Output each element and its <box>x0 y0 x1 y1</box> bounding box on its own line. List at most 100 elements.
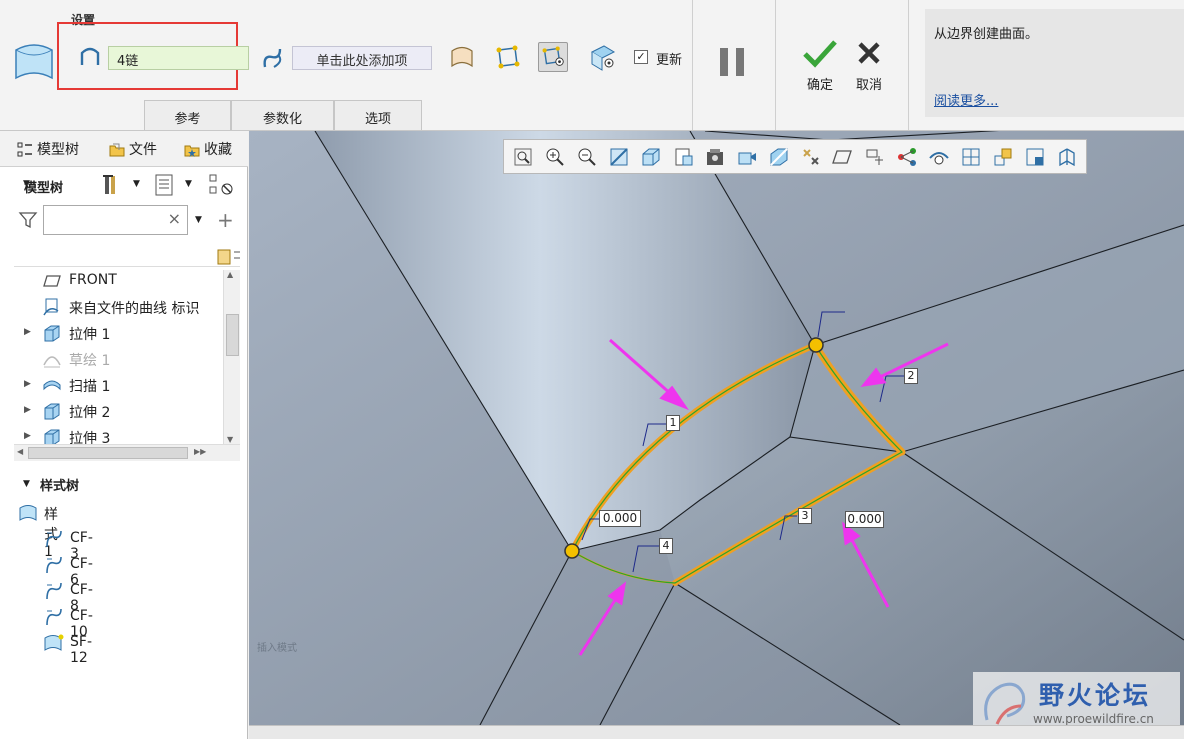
scroll-up-icon[interactable]: ▲ <box>227 270 233 279</box>
help-text: 从边界创建曲面。 <box>934 27 1039 42</box>
tree-item-front[interactable]: FRONT <box>14 268 224 294</box>
control-points-icon[interactable] <box>493 42 523 72</box>
watermark-url: www.proewildfire.cn <box>1033 712 1154 726</box>
zoom-in-icon[interactable] <box>544 146 566 168</box>
chain-tag-1[interactable]: 1 <box>666 415 680 431</box>
saved-orientations-icon[interactable] <box>672 146 694 168</box>
cross-icon <box>858 42 880 64</box>
tab-options[interactable]: 选项 <box>334 100 422 130</box>
verify-mode-icon[interactable] <box>588 42 618 72</box>
scroll-thumb[interactable] <box>226 314 239 356</box>
curve-feature-icon <box>46 582 62 600</box>
tree-item-curve-from-file[interactable]: 来自文件的曲线 标识 <box>14 294 224 320</box>
display-style-icon[interactable] <box>640 146 662 168</box>
tab-favorites[interactable]: 收藏 <box>183 139 241 159</box>
tree-item-label: FRONT <box>69 272 117 288</box>
tab-files[interactable]: 文件 <box>108 139 157 159</box>
dimension-tag-top[interactable]: 0.000 <box>845 511 884 528</box>
annotation-display-icon[interactable] <box>800 146 822 168</box>
help-panel: 从边界创建曲面。 阅读更多... <box>925 9 1184 117</box>
expand-arrow-icon[interactable]: ▶ <box>24 405 31 415</box>
first-direction-chain-icon[interactable] <box>78 45 102 69</box>
second-direction-chain-icon[interactable] <box>260 45 286 71</box>
scroll-right-icon[interactable]: ▶▶ <box>194 447 206 456</box>
tree-item-extrude-1[interactable]: ▶ 拉伸 1 <box>14 320 224 346</box>
axis-display-icon[interactable] <box>864 146 886 168</box>
status-bar <box>249 725 1184 739</box>
extrude-icon <box>44 403 60 420</box>
section-icon[interactable] <box>768 146 790 168</box>
model-tree-icon <box>17 142 32 157</box>
zoom-out-icon[interactable] <box>576 146 598 168</box>
model-tree-header: ▼ 模型树 ▼ ▼ <box>0 167 248 203</box>
expand-arrow-icon[interactable]: ▶ <box>24 327 31 337</box>
second-direction-collector[interactable]: 单击此处添加项 <box>292 46 432 70</box>
csys-display-icon[interactable] <box>928 146 950 168</box>
tab-references[interactable]: 参考 <box>144 100 231 130</box>
tree-item-sketch-1[interactable]: 草绘 1 <box>14 346 224 372</box>
tree-item-sweep-1[interactable]: ▶ 扫描 1 <box>14 372 224 398</box>
first-direction-chain-collector[interactable]: 4链 <box>108 46 249 70</box>
tree-item-label: 扫描 1 <box>69 379 111 395</box>
tree-item-label: 草绘 1 <box>69 353 111 369</box>
sketch-icon <box>43 356 61 368</box>
surface-feature-icon <box>44 634 64 651</box>
dimension-tag-left[interactable]: 0.000 <box>599 510 641 527</box>
tab-parameterization[interactable]: 参数化 <box>231 100 334 130</box>
sketch-view-icon[interactable] <box>1024 146 1046 168</box>
reorient-icon[interactable] <box>992 146 1014 168</box>
tree-vertical-scrollbar[interactable]: ▲ ▼ <box>223 270 240 444</box>
flip-view-icon[interactable] <box>1056 146 1078 168</box>
h-scroll-thumb[interactable] <box>28 447 188 459</box>
tab-favorites-label: 收藏 <box>204 142 232 158</box>
tree-item-label: 拉伸 2 <box>69 405 111 421</box>
curve-feature-icon <box>46 556 62 574</box>
chain-tag-2[interactable]: 2 <box>904 368 918 384</box>
settings-dropdown-icon[interactable]: ▼ <box>133 179 140 189</box>
point-display-icon[interactable] <box>896 146 918 168</box>
ok-button[interactable]: 确定 <box>800 38 840 98</box>
perspective-view-icon[interactable] <box>736 146 758 168</box>
extrude-icon <box>44 325 60 342</box>
style-tree-collapse-icon[interactable]: ▼ <box>23 479 30 489</box>
grid-display-icon[interactable] <box>960 146 982 168</box>
curve-from-file-icon <box>43 298 59 316</box>
view-manager-icon[interactable] <box>704 146 726 168</box>
search-dropdown-icon[interactable]: ▼ <box>195 215 202 225</box>
curve-feature-icon <box>46 608 62 626</box>
filter-funnel-icon[interactable] <box>18 210 38 230</box>
pause-icon[interactable] <box>716 46 750 78</box>
plane-display-icon[interactable] <box>832 146 854 168</box>
repaint-icon[interactable] <box>608 146 630 168</box>
chain-tag-3[interactable]: 3 <box>798 508 812 524</box>
tree-filter-view-icon[interactable] <box>208 173 236 197</box>
expand-arrow-icon[interactable]: ▶ <box>24 379 31 389</box>
scroll-left-icon[interactable]: ◀ <box>17 447 23 456</box>
update-checkbox[interactable]: ✓ <box>634 50 648 64</box>
navigator-tabs: 模型树 文件 收藏 <box>0 131 248 167</box>
cancel-button[interactable]: 取消 <box>848 38 890 98</box>
settings-tools-icon[interactable] <box>100 172 126 198</box>
show-dropdown-icon[interactable]: ▼ <box>185 179 192 189</box>
column-settings-icon[interactable] <box>216 248 240 268</box>
expand-arrow-icon[interactable]: ▶ <box>24 431 31 441</box>
style-tree-title: 样式树 <box>40 479 80 494</box>
scroll-down-icon[interactable]: ▼ <box>227 435 233 444</box>
show-list-icon[interactable] <box>152 173 176 197</box>
closed-blend-icon[interactable] <box>447 42 477 72</box>
graphics-viewport[interactable]: 0.000 0.000 1 2 3 4 <box>249 131 1184 725</box>
tab-model-tree[interactable]: 模型树 <box>16 139 79 159</box>
preview-geometry-icon[interactable] <box>538 42 568 72</box>
datum-plane-icon <box>43 275 61 287</box>
add-filter-icon[interactable]: + <box>217 208 234 232</box>
model-geometry <box>249 131 1184 725</box>
tree-horizontal-scrollbar[interactable]: ◀ ▶▶ <box>14 444 240 461</box>
tree-item-extrude-2[interactable]: ▶ 拉伸 2 <box>14 398 224 424</box>
style-icon <box>19 505 37 521</box>
read-more-link[interactable]: 阅读更多... <box>934 90 998 109</box>
graphics-view-toolbar <box>503 139 1087 174</box>
chain-tag-4[interactable]: 4 <box>659 538 673 554</box>
refit-icon[interactable] <box>512 146 534 168</box>
tree-search-input[interactable]: × <box>43 205 188 235</box>
clear-search-icon[interactable]: × <box>168 209 181 228</box>
